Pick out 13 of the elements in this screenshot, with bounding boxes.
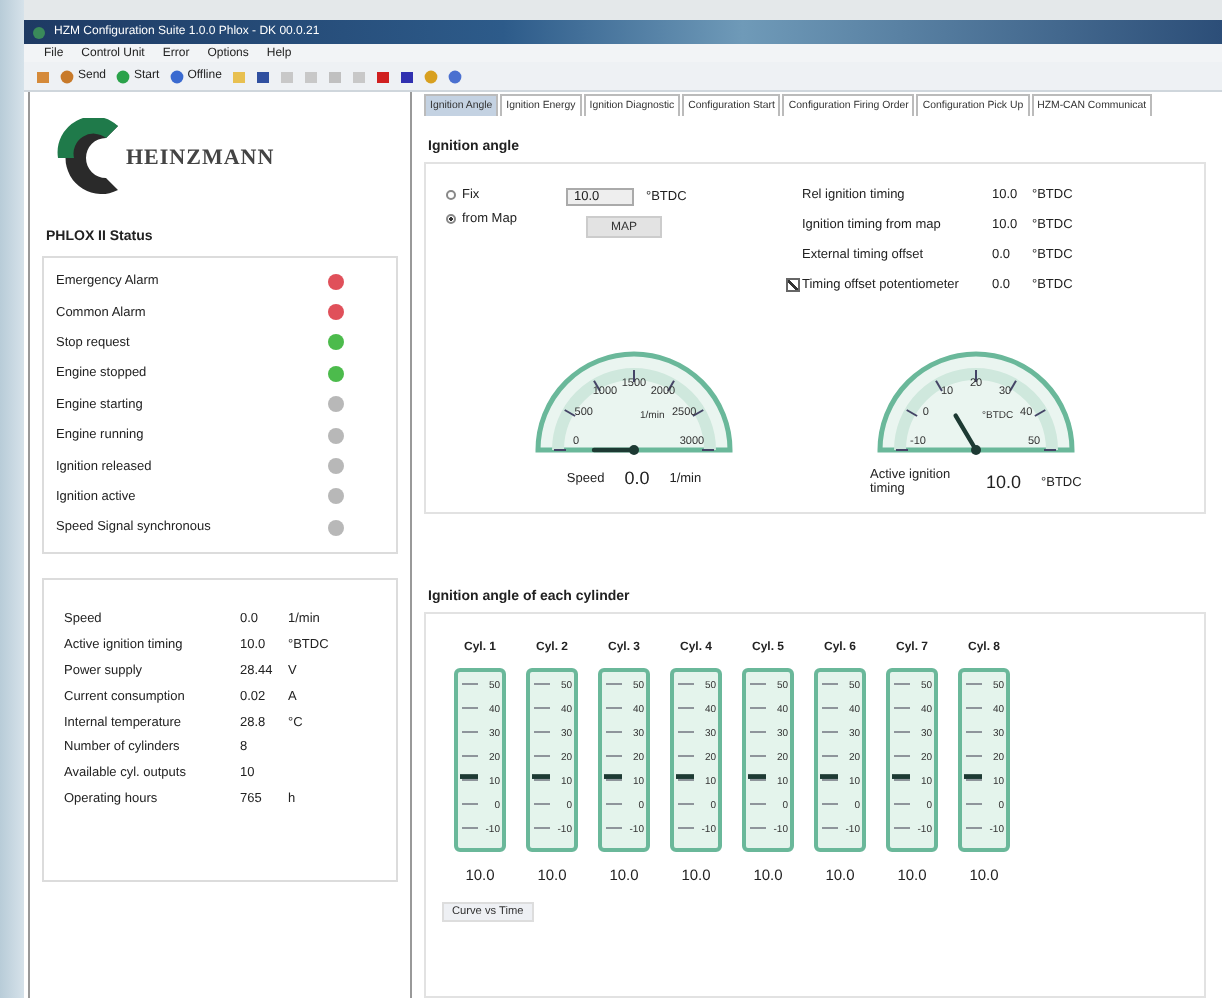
- gauge-needle: [953, 413, 981, 455]
- toolbar-icon: [169, 69, 184, 83]
- toolbar-icon: [116, 69, 131, 83]
- gauge-needle: [591, 445, 639, 455]
- checkbox[interactable]: [786, 278, 800, 292]
- radio-button[interactable]: [446, 214, 456, 224]
- logo-icon: [54, 118, 122, 198]
- readout-value: 10.0: [986, 472, 1022, 492]
- app-icon: [32, 25, 46, 39]
- toolbar-icon: [60, 69, 74, 83]
- logo-text: HEINZMANN: [126, 146, 275, 170]
- radio-button[interactable]: [446, 190, 456, 200]
- readout-value: 0.0: [624, 468, 650, 488]
